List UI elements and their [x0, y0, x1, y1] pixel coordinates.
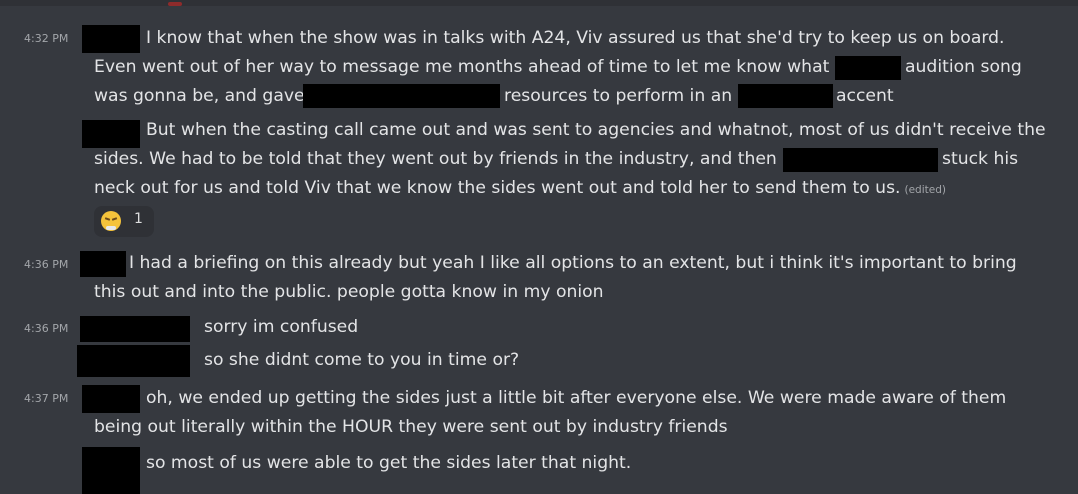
reaction-count: 1 [134, 211, 143, 227]
top-bar [0, 0, 1078, 6]
redacted-text [303, 84, 500, 108]
redacted-username [82, 385, 140, 413]
message-text: I had a briefing on this already but yea… [129, 253, 1017, 273]
redacted-text [783, 148, 938, 172]
message-text: sides. We had to be told that they went … [94, 149, 777, 169]
redacted-username [82, 447, 140, 494]
steam-face-icon [101, 211, 121, 231]
redacted-username [80, 251, 126, 277]
edited-label: (edited) [904, 184, 946, 196]
redacted-username [77, 345, 190, 377]
top-bar-accent [168, 2, 182, 6]
redacted-text [835, 56, 901, 80]
redacted-text [738, 84, 833, 108]
message-text: audition song [905, 57, 1022, 77]
message-timestamp: 4:32 PM [24, 32, 69, 45]
message-text: neck out for us and told Viv that we kno… [94, 174, 946, 205]
message-text: sorry im confused [204, 317, 359, 337]
redacted-username [80, 316, 190, 342]
message-text: accent [836, 86, 894, 106]
message-timestamp: 4:36 PM [24, 258, 69, 271]
message-text: oh, we ended up getting the sides just a… [146, 388, 1007, 408]
message-text: But when the casting call came out and w… [146, 120, 1046, 140]
message-text: so most of us were able to get the sides… [146, 453, 632, 473]
message-text: resources to perform in an [504, 86, 733, 106]
message-text: being out literally within the HOUR they… [94, 417, 728, 437]
message-text: I know that when the show was in talks w… [146, 28, 1005, 48]
message-text: so she didnt come to you in time or? [204, 350, 520, 370]
message-text: Even went out of her way to message me m… [94, 57, 830, 77]
reaction-button[interactable]: 1 [94, 206, 154, 237]
message-timestamp: 4:36 PM [24, 322, 69, 335]
message-text-content: neck out for us and told Viv that we kno… [94, 178, 901, 198]
message-text: stuck his [942, 149, 1019, 169]
message-text: this out and into the public. people got… [94, 282, 604, 302]
message-timestamp: 4:37 PM [24, 392, 69, 405]
redacted-username [82, 120, 140, 148]
redacted-username [82, 25, 140, 53]
message-text: was gonna be, and gave [94, 86, 305, 106]
